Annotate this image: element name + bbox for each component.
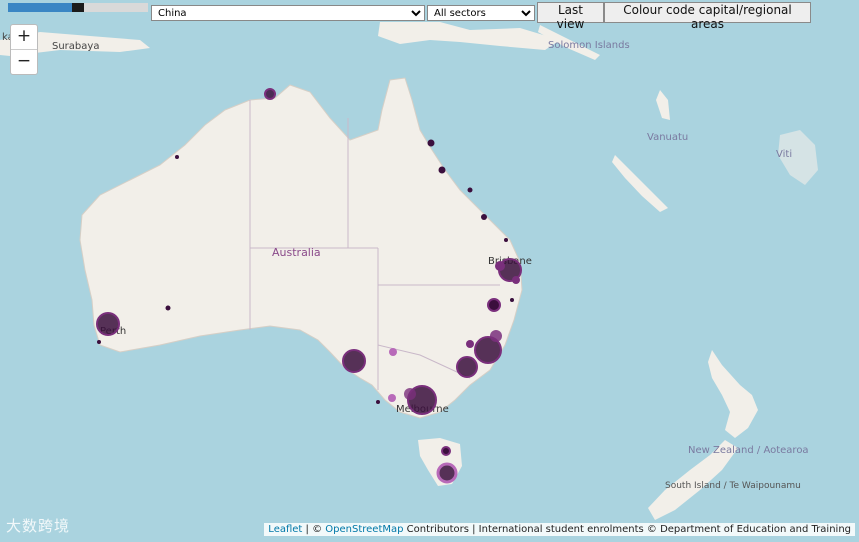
- marker-mildura: [389, 348, 397, 356]
- marker-adelaide: [342, 349, 366, 373]
- marker-perth: [96, 312, 120, 336]
- load-progress-bar: [8, 3, 148, 12]
- marker-brisbane-2: [495, 261, 505, 271]
- attribution-text: Contributors | International student enr…: [403, 524, 851, 535]
- label-vanuatu: Vanuatu: [647, 132, 688, 143]
- marker-coast-1: [504, 238, 508, 242]
- zoom-out-button[interactable]: −: [11, 49, 37, 74]
- label-solomon: Solomon Islands: [548, 40, 630, 51]
- marker-rockhampton: [467, 187, 473, 193]
- marker-launceston: [441, 446, 451, 456]
- map-attribution: Leaflet | © OpenStreetMap Contributors |…: [264, 523, 855, 536]
- marker-wollongong: [456, 356, 478, 378]
- leaflet-link[interactable]: Leaflet: [268, 524, 302, 535]
- marker-darwin: [264, 88, 276, 100]
- marker-newcastle: [487, 298, 501, 312]
- zoom-control: + −: [10, 24, 38, 75]
- watermark-text: 大数跨境: [6, 517, 71, 535]
- marker-melbourne-2: [404, 388, 416, 400]
- marker-hobart: [436, 462, 458, 484]
- marker-warrnambool: [376, 400, 380, 404]
- marker-kalgoorlie: [165, 305, 171, 311]
- progress-blue-segment: [8, 3, 73, 12]
- marker-coast-3: [175, 155, 179, 159]
- marker-canberra: [466, 340, 474, 348]
- marker-gold-coast: [512, 276, 520, 284]
- toolbar: China All sectors Last view Colour code …: [0, 0, 859, 31]
- marker-toowoomba: [481, 214, 487, 220]
- marker-sydney-2: [490, 330, 502, 342]
- label-australia: Australia: [272, 246, 321, 259]
- sector-select[interactable]: All sectors: [427, 5, 535, 21]
- marker-cairns: [427, 139, 435, 147]
- colour-code-button[interactable]: Colour code capital/regional areas: [604, 2, 811, 31]
- country-select[interactable]: China: [151, 5, 425, 21]
- marker-perth-small: [97, 340, 101, 344]
- zoom-in-button[interactable]: +: [11, 25, 37, 49]
- map-canvas[interactable]: Surabaya Solomon Islands Vanuatu Viti Au…: [0, 0, 859, 542]
- progress-black-segment: [72, 3, 84, 12]
- label-new-zealand: New Zealand / Aotearoa: [688, 445, 809, 456]
- marker-geelong: [388, 394, 396, 402]
- watermark-logo: 大数跨境: [6, 515, 70, 536]
- last-view-button[interactable]: Last view: [537, 2, 604, 31]
- label-viti: Viti: [776, 149, 792, 160]
- osm-link[interactable]: OpenStreetMap: [325, 524, 403, 535]
- attribution-sep: | ©: [302, 524, 326, 535]
- label-surabaya: Surabaya: [52, 41, 99, 52]
- label-south-island: South Island / Te Waipounamu: [665, 481, 801, 491]
- marker-townsville: [438, 166, 446, 174]
- marker-coast-2: [510, 298, 514, 302]
